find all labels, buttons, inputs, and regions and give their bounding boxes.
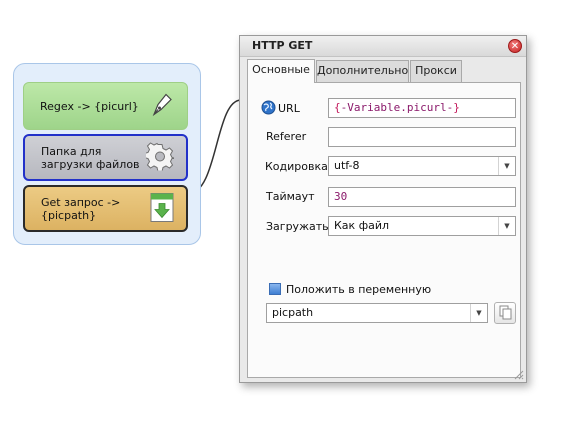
encoding-select[interactable]: utf-8 ▼	[328, 156, 516, 176]
block-regex[interactable]: Regex -> {picurl}	[23, 82, 188, 130]
referer-input[interactable]	[328, 127, 516, 147]
timeout-label: Таймаут	[266, 190, 315, 203]
download-icon	[150, 192, 174, 225]
close-icon[interactable]: ✕	[508, 39, 522, 53]
block-folder[interactable]: Папка для загрузки файлов	[23, 134, 188, 181]
referer-label: Referer	[266, 130, 307, 143]
chevron-down-icon[interactable]: ▼	[470, 304, 487, 322]
put-in-variable-label: Положить в переменную	[286, 283, 432, 296]
chevron-down-icon[interactable]: ▼	[498, 157, 515, 175]
url-label: URL	[278, 102, 300, 115]
variable-value: picpath	[272, 306, 314, 319]
put-in-variable-checkbox[interactable]	[269, 283, 281, 295]
http-get-panel: HTTP GET ✕ Основные Дополнительно Прокси…	[239, 35, 527, 383]
chevron-down-icon[interactable]: ▼	[498, 217, 515, 235]
panel-title: HTTP GET	[252, 39, 313, 52]
block-label: Get запрос -> {picpath}	[41, 195, 121, 222]
tab-content: URL {-Variable.picurl-} Referer Кодировк…	[247, 82, 521, 378]
url-input[interactable]: {-Variable.picurl-}	[328, 98, 516, 118]
copy-button[interactable]	[494, 302, 516, 324]
block-label: Папка для загрузки файлов	[41, 144, 140, 171]
encoding-label: Кодировка	[265, 160, 328, 173]
timeout-input[interactable]: 30	[328, 187, 516, 207]
block-get-request[interactable]: Get запрос -> {picpath}	[23, 185, 188, 232]
copy-icon	[499, 305, 512, 320]
resize-grip-icon[interactable]	[512, 368, 524, 380]
tab-main[interactable]: Основные	[247, 59, 315, 83]
encoding-value: utf-8	[334, 159, 360, 172]
load-select[interactable]: Как файл ▼	[328, 216, 516, 236]
load-value: Как файл	[334, 219, 390, 232]
tab-proxy[interactable]: Прокси	[410, 60, 462, 82]
panel-titlebar[interactable]: HTTP GET ✕	[240, 36, 526, 57]
variable-select[interactable]: picpath ▼	[266, 303, 488, 323]
load-label: Загружать	[266, 220, 329, 233]
tab-advanced[interactable]: Дополнительно	[316, 60, 409, 82]
pen-icon	[149, 91, 175, 122]
block-label: Regex -> {picurl}	[40, 99, 139, 113]
globe-icon	[261, 100, 276, 118]
gear-icon	[143, 141, 177, 173]
url-value: -Variable.picurl-	[340, 101, 454, 114]
